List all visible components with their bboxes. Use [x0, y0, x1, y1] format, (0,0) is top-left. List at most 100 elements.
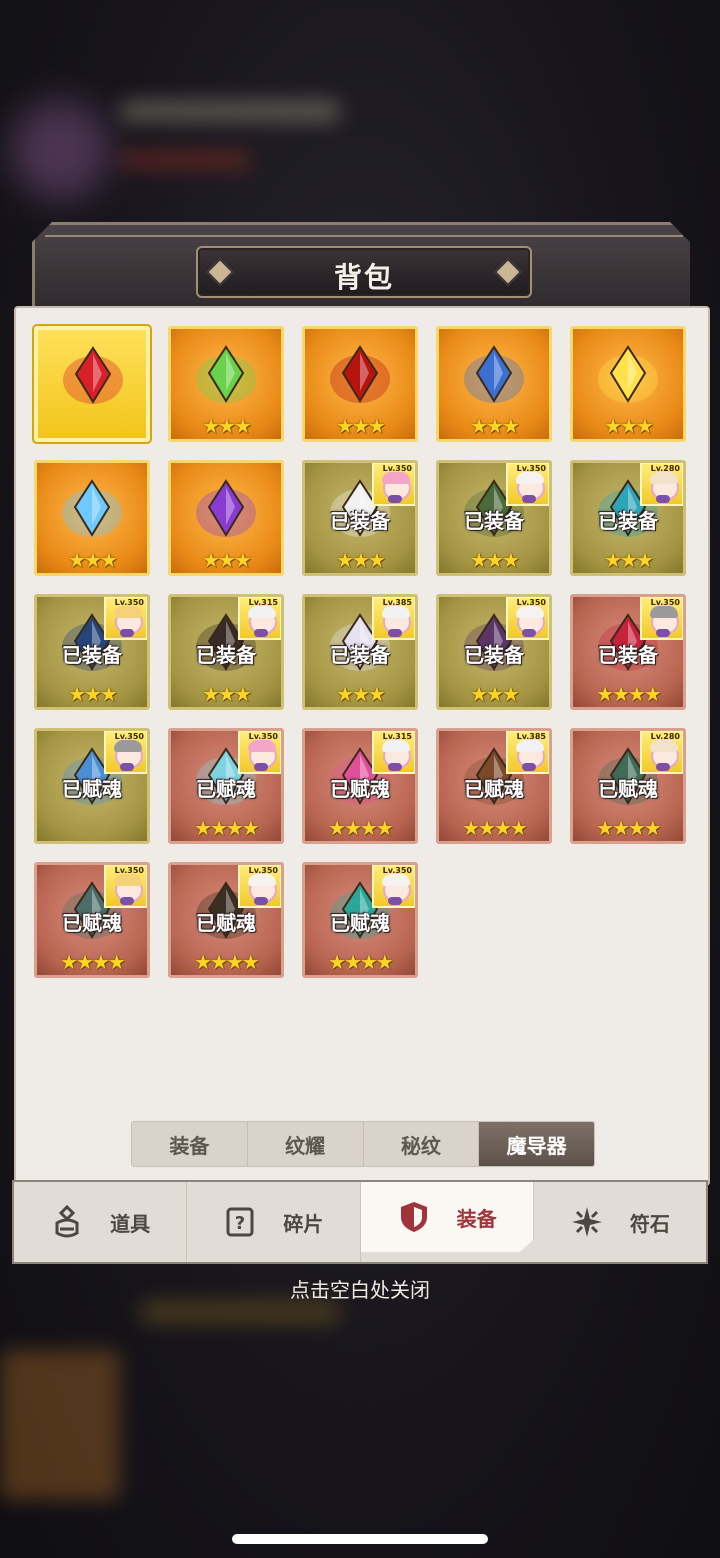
equipped-hero-avatar: Lv.315 — [372, 731, 415, 774]
item-status-label: 已赋魂 — [330, 911, 390, 935]
item-slot[interactable]: 已装备 Lv.350 ★★★★ — [570, 594, 686, 710]
item-star-rating: ★★★★ — [194, 816, 260, 840]
hero-badge-icon — [522, 495, 536, 503]
item-status-label: 已赋魂 — [196, 911, 256, 935]
item-slot[interactable]: 已赋魂 Lv.350 ★★★★ — [168, 862, 284, 978]
item-star-rating: ★★★★ — [596, 816, 662, 840]
tab-runestones-label: 符石 — [629, 1211, 670, 1236]
item-slot[interactable]: 已装备 Lv.350 ★★★ — [34, 594, 150, 710]
tab-equipment-label: 装备 — [456, 1206, 497, 1231]
equipped-hero-avatar: Lv.350 — [506, 463, 549, 506]
equipped-hero-avatar: Lv.350 — [104, 597, 147, 640]
subtab-magic-device[interactable]: 魔导器 — [479, 1122, 594, 1166]
dragon-gem-icon — [187, 473, 265, 543]
title-plate: 背包 — [196, 246, 532, 298]
item-star-rating: ★★★★ — [328, 950, 394, 974]
item-status-label: 已装备 — [464, 509, 524, 533]
item-slot[interactable]: ★★★ — [570, 326, 686, 442]
item-slot[interactable]: 已赋魂 Lv.315 ★★★★ — [302, 728, 418, 844]
subtab-emblem[interactable]: 纹耀 — [248, 1122, 364, 1166]
hero-badge-icon — [120, 629, 134, 637]
item-star-rating: ★★★★ — [60, 950, 126, 974]
item-slot[interactable]: ★★★ — [436, 326, 552, 442]
background-stars-blur — [140, 1300, 340, 1324]
item-slot[interactable]: ★★★ — [168, 326, 284, 442]
item-slot[interactable]: ★★★ — [34, 460, 150, 576]
shield-icon — [397, 1200, 431, 1234]
home-indicator[interactable] — [232, 1534, 488, 1544]
tab-items[interactable]: 道具 — [14, 1182, 188, 1262]
subtab-secret-rune[interactable]: 秘纹 — [364, 1122, 480, 1166]
item-slot[interactable]: 已赋魂 Lv.385 ★★★★ — [436, 728, 552, 844]
item-slot[interactable]: 已装备 Lv.280 ★★★ — [570, 460, 686, 576]
tab-fragments-label: 碎片 — [283, 1211, 324, 1236]
item-slot[interactable]: 已装备 Lv.350 ★★★ — [302, 460, 418, 576]
hero-badge-icon — [388, 763, 402, 771]
item-slot[interactable]: ★★★ — [168, 460, 284, 576]
equipped-hero-avatar: Lv.350 — [506, 597, 549, 640]
equipped-hero-avatar: Lv.350 — [104, 731, 147, 774]
item-slot[interactable]: 已赋魂 Lv.350 ★★★★ — [302, 862, 418, 978]
bottom-tab-bar: 道具 ? 碎片 装备 符石 — [12, 1180, 708, 1264]
hero-badge-icon — [656, 763, 670, 771]
item-star-rating: ★★★ — [604, 548, 654, 572]
equipped-hero-avatar: Lv.350 — [640, 597, 683, 640]
item-status-label: 已赋魂 — [62, 777, 122, 801]
hero-badge-icon — [388, 495, 402, 503]
equipped-hero-avatar: Lv.350 — [238, 731, 281, 774]
item-star-rating: ★★★★ — [328, 816, 394, 840]
item-status-label: 已赋魂 — [598, 777, 658, 801]
hero-badge-icon — [254, 897, 268, 905]
background-bar-blur — [120, 150, 250, 170]
item-slot[interactable]: 已赋魂 Lv.350 ★★★★ — [34, 862, 150, 978]
item-star-rating: ★★★ — [470, 682, 520, 706]
equipped-hero-avatar: Lv.350 — [238, 865, 281, 908]
equipped-hero-avatar: Lv.385 — [506, 731, 549, 774]
item-slot[interactable]: 已装备 Lv.350 ★★★ — [436, 460, 552, 576]
tab-runestones[interactable]: 符石 — [534, 1182, 706, 1262]
item-status-label: 已装备 — [62, 643, 122, 667]
hero-badge-icon — [120, 763, 134, 771]
item-status-label: 已装备 — [464, 643, 524, 667]
item-star-rating: ★★★ — [470, 414, 520, 438]
hero-badge-icon — [254, 629, 268, 637]
hero-badge-icon — [656, 495, 670, 503]
tab-items-label: 道具 — [110, 1211, 151, 1236]
item-status-label: 已装备 — [330, 643, 390, 667]
item-slot[interactable]: 已赋魂 Lv.280 ★★★★ — [570, 728, 686, 844]
dark-wing-gem-icon — [455, 339, 533, 409]
item-status-label: 已装备 — [598, 643, 658, 667]
item-status-label: 已装备 — [598, 509, 658, 533]
item-slot[interactable]: ★★★ — [302, 326, 418, 442]
item-status-label: 已赋魂 — [330, 777, 390, 801]
hero-badge-icon — [522, 629, 536, 637]
item-slot[interactable]: 已装备 Lv.385 ★★★ — [302, 594, 418, 710]
fire-orb-icon — [321, 339, 399, 409]
item-slot[interactable]: 已赋魂 Lv.350 ★★★★ — [168, 728, 284, 844]
inventory-panel: ★★★ ★★★ ★★★ ★★★ ★★★ ★★★ 已装备 Lv.350 ★★★ 已装备 Lv.350 ★… — [14, 306, 710, 1186]
item-star-rating: ★★★ — [336, 414, 386, 438]
item-star-rating: ★★★ — [336, 548, 386, 572]
close-hint[interactable]: 点击空白处关闭 — [0, 1274, 720, 1303]
tab-equipment[interactable]: 装备 — [360, 1182, 534, 1252]
item-star-rating: ★★★ — [202, 414, 252, 438]
item-star-rating: ★★★ — [470, 548, 520, 572]
item-status-label: 已赋魂 — [464, 777, 524, 801]
water-drop-icon — [53, 473, 131, 543]
equipped-hero-avatar: Lv.385 — [372, 597, 415, 640]
hero-badge-icon — [388, 897, 402, 905]
item-star-rating: ★★★ — [68, 548, 118, 572]
subtab-equipment[interactable]: 装备 — [132, 1122, 248, 1166]
item-star-rating: ★★★ — [202, 548, 252, 572]
item-slot[interactable]: 已赋魂 Lv.350 — [34, 728, 150, 844]
winged-star-icon — [589, 339, 667, 409]
item-star-rating: ★★★ — [68, 682, 118, 706]
item-slot[interactable]: 已装备 Lv.350 ★★★ — [436, 594, 552, 710]
question-box-icon: ? — [223, 1205, 257, 1239]
item-star-rating: ★★★ — [202, 682, 252, 706]
item-slot[interactable]: 已装备 Lv.315 ★★★ — [168, 594, 284, 710]
item-status-label: 已赋魂 — [62, 911, 122, 935]
tab-fragments[interactable]: ? 碎片 — [187, 1182, 361, 1262]
item-star-rating: ★★★★ — [462, 816, 528, 840]
item-slot[interactable] — [34, 326, 150, 442]
